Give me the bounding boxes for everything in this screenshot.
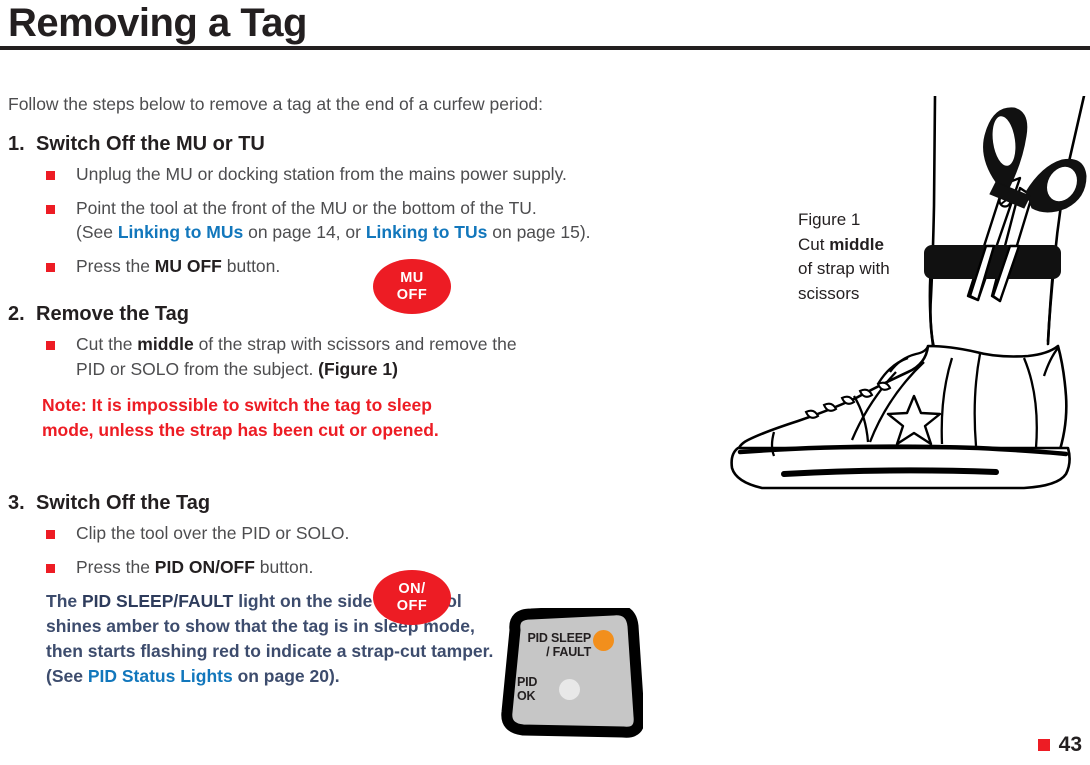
- note-line-1: Note: It is impossible to switch the tag…: [42, 395, 432, 415]
- pid-ok-line-2: OK: [517, 688, 536, 703]
- step-3-heading: 3. Switch Off the Tag: [8, 489, 688, 517]
- content-column: Follow the steps below to remove a tag a…: [8, 92, 688, 691]
- figure-reference: (Figure 1): [318, 358, 398, 379]
- figure-illustration: Figure 1 Cut middle of strap with scisso…: [728, 94, 1090, 496]
- mu-off-button-line-2: OFF: [396, 286, 428, 303]
- figure-caption-line-1: Figure 1: [798, 210, 861, 229]
- on-off-button-line-2: OFF: [396, 597, 428, 614]
- page-title: Removing a Tag: [8, 1, 307, 45]
- pid-sleep-fault-emphasis: PID SLEEP/FAULT: [81, 591, 234, 611]
- bullet-emphasis: middle: [137, 334, 194, 354]
- pid-on-off-button[interactable]: ON/ OFF: [373, 570, 451, 625]
- figure-caption-emphasis: middle: [829, 234, 884, 254]
- pid-tool-shape: [501, 604, 645, 738]
- link-pid-status-lights[interactable]: PID Status Lights: [88, 666, 233, 686]
- pid-sleep-fault-line-1: PID SLEEP: [527, 631, 592, 645]
- title-divider: [0, 46, 1090, 50]
- square-bullet-icon: [46, 530, 55, 539]
- pid-sleep-fault-label: PID SLEEP / FAULT: [517, 631, 592, 659]
- figure-caption-line-3: of strap with: [798, 259, 890, 278]
- pid-sleep-fault-led: [593, 630, 614, 651]
- figure-caption-line-4: scissors: [798, 283, 860, 303]
- list-item: Unplug the MU or docking station from th…: [8, 162, 688, 187]
- bullet-text: button.: [221, 255, 281, 276]
- pid-ok-led: [559, 679, 580, 700]
- step-2-number: 2.: [8, 303, 25, 325]
- note-callout: Note: It is impossible to switch the tag…: [8, 393, 542, 443]
- list-item: Point the tool at the front of the MU or…: [8, 196, 688, 245]
- bullet-text: Cut the: [76, 334, 138, 354]
- paragraph-text: on page 20).: [232, 666, 340, 686]
- bullet-text: Point the tool at the front of the MU or…: [76, 197, 537, 218]
- square-bullet-icon: [46, 563, 55, 573]
- list-item: Cut the middle of the strap with scissor…: [8, 332, 546, 381]
- list-item: Clip the tool over the PID or SOLO.: [8, 521, 688, 546]
- step-3-bullets: Clip the tool over the PID or SOLO. Pres…: [8, 521, 688, 579]
- bullet-text: on page 14, or: [243, 222, 366, 242]
- step-1: 1. Switch Off the MU or TU Unplug the MU…: [8, 130, 688, 278]
- pid-ok-line-1: PID: [517, 675, 538, 689]
- link-linking-to-mus[interactable]: Linking to MUs: [118, 222, 243, 242]
- step-2-bullets: Cut the middle of the strap with scissor…: [8, 332, 688, 381]
- bullet-text: button.: [254, 556, 314, 577]
- bullet-text: (See: [76, 222, 118, 242]
- bullet-emphasis: PID ON/OFF: [154, 556, 255, 577]
- mu-off-button-line-1: MU: [400, 269, 424, 286]
- step-1-heading-text: Switch Off the MU or TU: [36, 133, 265, 155]
- step-2-heading-text: Remove the Tag: [36, 303, 189, 325]
- step-1-number: 1.: [8, 133, 25, 155]
- step-1-heading: 1. Switch Off the MU or TU: [8, 130, 688, 158]
- intro-paragraph: Follow the steps below to remove a tag a…: [8, 94, 544, 114]
- pid-ok-label: PID OK: [517, 675, 557, 703]
- bullet-text: Clip the tool over the PID or SOLO.: [76, 523, 350, 543]
- bullet-text: on page 15).: [487, 222, 591, 242]
- step-1-bullets: Unplug the MU or docking station from th…: [8, 162, 688, 278]
- link-linking-to-tus[interactable]: Linking to TUs: [366, 222, 488, 242]
- list-item: Press the MU OFF button.: [8, 254, 688, 279]
- pid-sleep-fault-line-2: / FAULT: [546, 644, 591, 659]
- footer-square-icon: [1037, 739, 1050, 751]
- page-number: 43: [1058, 733, 1082, 756]
- footer: 43: [1037, 733, 1082, 757]
- step-3-number: 3.: [8, 492, 25, 514]
- figure-caption-line-2a: Cut: [798, 234, 830, 254]
- note-line-2: mode, unless the strap has been cut or o…: [42, 420, 439, 440]
- mu-off-button[interactable]: MU OFF: [373, 259, 451, 314]
- square-bullet-icon: [46, 171, 55, 180]
- square-bullet-icon: [46, 262, 55, 272]
- paragraph-text: The: [46, 591, 82, 611]
- square-bullet-icon: [46, 204, 55, 214]
- bullet-text: Press the: [76, 556, 155, 577]
- step-2: 2. Remove the Tag Cut the middle of the …: [8, 300, 688, 443]
- bullet-emphasis: MU OFF: [154, 255, 222, 276]
- bullet-text: Press the: [76, 255, 155, 276]
- on-off-button-line-1: ON/: [398, 580, 426, 597]
- bullet-text: Unplug the MU or docking station from th…: [76, 164, 567, 184]
- figure-caption: Figure 1 Cut middle of strap with scisso…: [798, 208, 928, 306]
- square-bullet-icon: [46, 341, 55, 350]
- step-3-heading-text: Switch Off the Tag: [36, 492, 211, 514]
- pid-tool-diagram: PID SLEEP / FAULT PID OK: [493, 604, 645, 740]
- step-2-heading: 2. Remove the Tag: [8, 300, 688, 328]
- list-item: Press the PID ON/OFF button.: [8, 555, 688, 580]
